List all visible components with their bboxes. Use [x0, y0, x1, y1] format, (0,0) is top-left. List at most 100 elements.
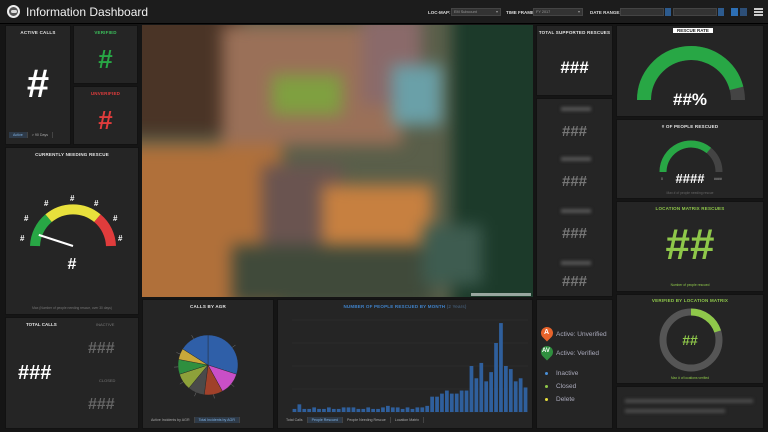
- calls-by-agr-panel: CALLS BY AGR Active Incidents by AGR Tota…: [142, 299, 274, 429]
- verified-matrix-panel: VERIFIED BY LOCATION MATRIX ## Max # of …: [616, 294, 764, 384]
- legend-inactive: Inactive: [556, 370, 579, 377]
- map-view[interactable]: [142, 25, 533, 297]
- bar[interactable]: [469, 366, 474, 412]
- chevron-down-icon: ▾: [577, 9, 580, 14]
- bar[interactable]: [464, 390, 469, 412]
- bar[interactable]: [435, 396, 439, 412]
- dot-closed-icon: [545, 385, 548, 388]
- tab-active[interactable]: Active: [9, 132, 28, 138]
- bar[interactable]: [479, 362, 484, 412]
- bar[interactable]: [454, 393, 459, 412]
- verified-matrix-title: VERIFIED BY LOCATION MATRIX: [651, 298, 729, 303]
- loc-map-select[interactable]: EM Subcount ▾: [451, 8, 501, 16]
- bar[interactable]: [449, 393, 454, 412]
- bar[interactable]: [484, 381, 489, 412]
- rescue-rate-title: RESCUE RATE: [673, 28, 713, 33]
- app-logo-icon: [7, 5, 20, 18]
- pie-leader-line: [213, 394, 215, 399]
- inactive-label: INACTIVE: [96, 322, 115, 327]
- bar[interactable]: [445, 390, 449, 412]
- time-frame-select[interactable]: FY 2017 ▾: [533, 8, 583, 16]
- total-calls-panel: TOTAL CALLS ### INACTIVE ### CLOSED ###: [5, 317, 139, 429]
- pie-leader-line: [176, 352, 181, 355]
- blurred-label: [561, 157, 591, 161]
- page-title: Information Dashboard: [26, 5, 149, 19]
- bar[interactable]: [499, 323, 503, 412]
- gauge-tick-label: #: [94, 199, 99, 208]
- calendar-icon[interactable]: [718, 8, 724, 16]
- tab-total-incidents[interactable]: Total Incidents by AGR: [194, 417, 240, 423]
- pie-leader-line: [232, 344, 236, 348]
- date-range-label: DATE RANGE:: [590, 10, 621, 15]
- location-rescues-footer: Number of people rescued: [670, 283, 710, 287]
- people-by-month-chart: [292, 319, 528, 413]
- blurred-text: [625, 399, 753, 403]
- location-rescues-title: LOCATION MATRIX RESCUES: [655, 206, 725, 211]
- date-range-start-input[interactable]: [620, 8, 664, 16]
- location-rescues-value: ##: [665, 220, 715, 269]
- time-frame-value: FY 2017: [536, 10, 551, 14]
- tab-location-matrix[interactable]: Location Matrix: [391, 417, 425, 423]
- needing-rescue-value: #: [67, 256, 77, 273]
- people-rescued-value: ####: [675, 171, 705, 186]
- date-range-end-input[interactable]: [673, 8, 717, 16]
- bar[interactable]: [474, 378, 479, 412]
- people-by-month-title-text: NUMBER OF PEOPLE RESCUED BY MONTH: [343, 304, 446, 309]
- tab-people-needing-rescue[interactable]: People Needing Rescue: [343, 417, 391, 423]
- hamburger-menu-icon[interactable]: [754, 8, 763, 16]
- location-rescues-panel: LOCATION MATRIX RESCUES ## Number of peo…: [616, 201, 764, 292]
- inactive-value: ###: [88, 340, 115, 357]
- bar[interactable]: [459, 390, 464, 412]
- breakdown-value: ###: [561, 173, 588, 190]
- gauge-tick-label: #: [113, 214, 118, 223]
- closed-label: CLOSED: [99, 378, 116, 383]
- pie-leader-line: [230, 383, 235, 387]
- tab-total-calls[interactable]: Total Calls: [282, 417, 308, 423]
- bar[interactable]: [489, 372, 493, 412]
- closed-value: ###: [88, 396, 115, 413]
- tab-90-days[interactable]: > 90 Days: [28, 132, 54, 138]
- bar[interactable]: [518, 378, 523, 412]
- bar[interactable]: [440, 393, 444, 412]
- supported-rescues-value: ###: [560, 58, 589, 77]
- blurred-label: [561, 209, 591, 213]
- bar[interactable]: [508, 369, 513, 412]
- gauge-tick-label: #: [24, 214, 29, 223]
- needing-rescue-panel: CURRENTLY NEEDING RESCUE # # # # # # # #…: [5, 147, 139, 315]
- view-toggle-icon[interactable]: [731, 8, 738, 16]
- marker-a-letter: A: [544, 329, 550, 336]
- rescue-rate-panel: RESCUE RATE ##%: [616, 25, 764, 117]
- map-attribution: [471, 293, 531, 296]
- legend-active-unverified: Active: Unverified: [556, 331, 607, 338]
- rescue-rate-value: ##%: [672, 90, 708, 109]
- calendar-icon[interactable]: [665, 8, 671, 16]
- gauge-tick-label: #: [118, 234, 123, 243]
- bar[interactable]: [494, 343, 498, 412]
- time-frame-label: TIME FRAME:: [506, 10, 536, 15]
- loc-map-label: LOC-MAP:: [428, 10, 451, 15]
- gauge-tick-label: #: [70, 194, 75, 203]
- bar[interactable]: [513, 381, 518, 412]
- verified-matrix-value: ##: [682, 332, 698, 348]
- pie-leader-line: [194, 392, 197, 397]
- unverified-value: #: [98, 105, 113, 135]
- gauge-tick-label: #: [44, 199, 49, 208]
- people-by-month-panel: NUMBER OF PEOPLE RESCUED BY MONTH (2 Yea…: [277, 299, 533, 429]
- tab-people-rescued[interactable]: People Rescued: [307, 417, 343, 423]
- settings-toggle-icon[interactable]: [740, 8, 747, 16]
- people-by-month-tabs: Total Calls People Rescued People Needing …: [282, 408, 425, 426]
- total-calls-value: ###: [18, 362, 52, 384]
- bar[interactable]: [504, 366, 508, 412]
- calls-by-agr-title: CALLS BY AGR: [190, 304, 226, 309]
- bar[interactable]: [523, 387, 528, 412]
- needing-rescue-title: CURRENTLY NEEDING RESCUE: [35, 152, 109, 157]
- bar[interactable]: [430, 396, 434, 412]
- people-rescued-title: # OF PEOPLE RESCUED: [661, 124, 719, 129]
- unverified-panel: UNVERIFIED #: [73, 86, 138, 145]
- bar[interactable]: [425, 405, 430, 412]
- gauge-needle: [38, 233, 74, 247]
- supported-rescues-panel: TOTAL SUPPORTED RESCUES ###: [536, 25, 613, 96]
- tab-active-incidents[interactable]: Active Incidents by AGR: [147, 417, 195, 423]
- legend-delete: Delete: [556, 396, 575, 403]
- people-by-month-title: NUMBER OF PEOPLE RESCUED BY MONTH (2 Yea…: [278, 304, 532, 309]
